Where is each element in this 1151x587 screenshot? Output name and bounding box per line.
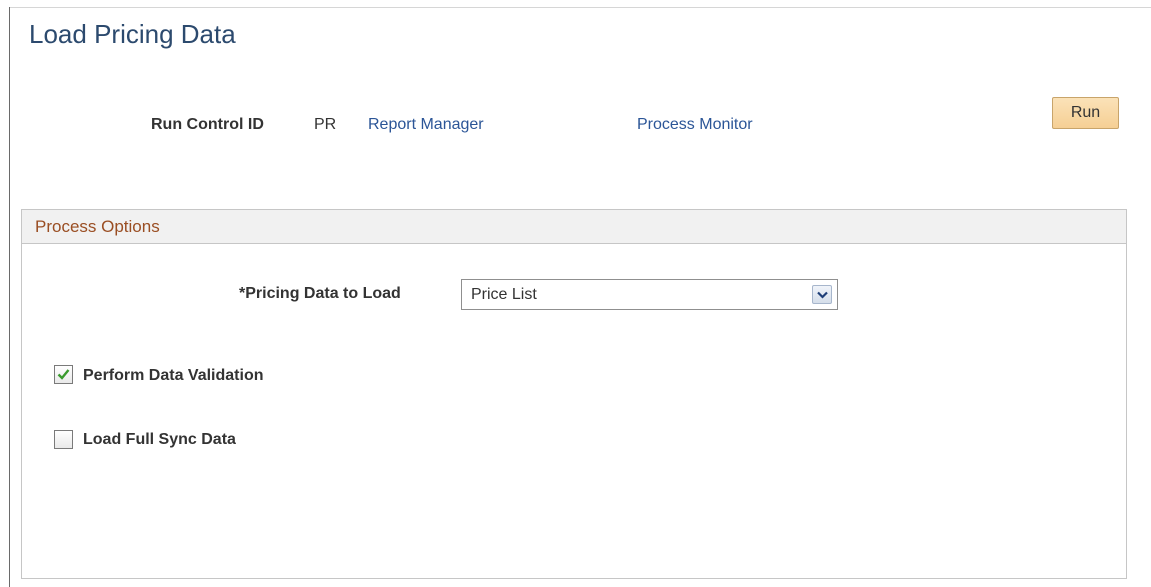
run-control-id-value: PR (314, 116, 337, 133)
report-manager-link[interactable]: Report Manager (368, 116, 484, 134)
perform-data-validation-checkbox[interactable] (54, 365, 73, 384)
run-button[interactable]: Run (1052, 97, 1119, 129)
process-options-group: Process Options (21, 209, 1127, 579)
run-control-id-label: Run Control ID (151, 116, 264, 133)
dropdown-button[interactable] (812, 285, 832, 304)
load-full-sync-data-checkbox[interactable] (54, 430, 73, 449)
frame-left-border (9, 7, 10, 587)
process-options-header: Process Options (22, 210, 1126, 244)
pricing-data-select[interactable]: Price List (461, 279, 838, 310)
pricing-data-label: *Pricing Data to Load (239, 285, 401, 302)
frame-top-border (9, 7, 1151, 8)
page-title: Load Pricing Data (29, 19, 236, 49)
checkmark-icon (57, 369, 70, 380)
perform-data-validation-label[interactable]: Perform Data Validation (83, 367, 264, 385)
pricing-data-selected-value: Price List (471, 286, 537, 303)
process-monitor-link[interactable]: Process Monitor (637, 116, 753, 134)
load-full-sync-data-label[interactable]: Load Full Sync Data (83, 431, 236, 449)
chevron-down-icon (817, 291, 828, 299)
